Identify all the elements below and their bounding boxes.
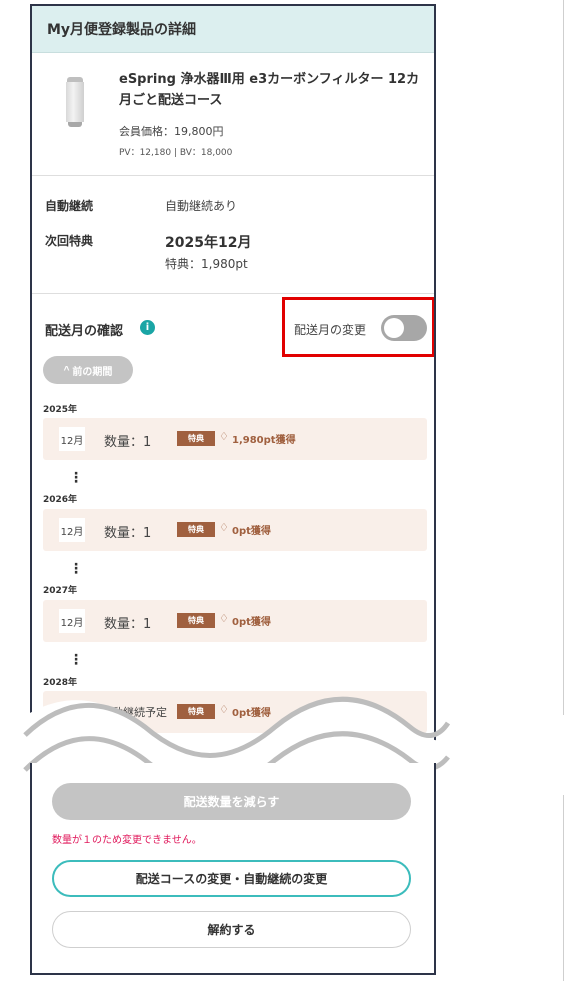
points-earned: 0pt獲得 [232, 526, 271, 537]
panel-header: My月便登録製品の詳細 [32, 6, 434, 53]
content-break-wave [0, 696, 565, 795]
delivery-row: 12月 数量：1 特典 ♢ 0pt獲得 [43, 509, 427, 551]
year-label: 2027年 [43, 586, 78, 596]
highlight-box [282, 297, 434, 357]
quantity-text: 数量：1 [104, 526, 152, 541]
tag-icon: ♢ [219, 612, 229, 625]
product-detail-panel: My月便登録製品の詳細 eSpring 浄水器Ⅲ用 e3カーボンフィルター 12… [30, 4, 436, 975]
renewal-section: 自動継続 自動継続あり 次回特典 2025年12月 特典：1,980pt [32, 176, 434, 294]
auto-renew-value: 自動継続あり [165, 199, 238, 213]
next-benefit-points: 特典：1,980pt [165, 257, 248, 271]
tag-icon: ♢ [219, 430, 229, 443]
product-image [66, 77, 84, 127]
points-earned: 0pt獲得 [232, 617, 271, 628]
benefit-badge: 特典 [177, 613, 215, 628]
ellipsis-icon: ⋮ [69, 470, 83, 486]
month-box: 12月 [59, 609, 85, 633]
page-divider [563, 0, 564, 981]
reduce-warning: 数量が１のため変更できません。 [52, 835, 202, 846]
reduce-quantity-button[interactable]: 配送数量を減らす [52, 783, 411, 820]
month-box: 12月 [59, 427, 85, 451]
year-label: 2026年 [43, 495, 78, 505]
delivery-row: 12月 数量：1 特典 ♢ 0pt獲得 [43, 600, 427, 642]
info-icon[interactable]: i [140, 320, 155, 335]
previous-period-label: 前の期間 [72, 366, 113, 378]
product-name: eSpring 浄水器Ⅲ用 e3カーボンフィルター 12カ月ごと配送コース [119, 72, 420, 108]
page-title: My月便登録製品の詳細 [47, 22, 197, 38]
auto-renew-label: 自動継続 [45, 199, 94, 213]
chevron-up-icon: ^ [63, 364, 70, 376]
points-earned: 1,980pt獲得 [232, 435, 296, 446]
product-price: 会員価格：19,800円 [119, 125, 224, 138]
quantity-text: 数量：1 [104, 617, 152, 632]
delivery-row: 12月 数量：1 特典 ♢ 1,980pt獲得 [43, 418, 427, 460]
delivery-month-title: 配送月の確認 [45, 324, 124, 339]
product-summary: eSpring 浄水器Ⅲ用 e3カーボンフィルター 12カ月ごと配送コース 会員… [32, 53, 434, 176]
year-label: 2025年 [43, 405, 78, 415]
tag-icon: ♢ [219, 521, 229, 534]
next-benefit-label: 次回特典 [45, 234, 94, 248]
ellipsis-icon: ⋮ [69, 652, 83, 668]
next-benefit-date: 2025年12月 [165, 235, 252, 251]
benefit-badge: 特典 [177, 431, 215, 446]
ellipsis-icon: ⋮ [69, 561, 83, 577]
benefit-badge: 特典 [177, 522, 215, 537]
product-pv-bv: PV：12,180 | BV：18,000 [119, 148, 233, 158]
month-box: 12月 [59, 518, 85, 542]
previous-period-button[interactable]: ^ 前の期間 [43, 356, 133, 384]
change-course-button[interactable]: 配送コースの変更・自動継続の変更 [52, 860, 411, 897]
quantity-text: 数量：1 [104, 435, 152, 450]
cancel-subscription-button[interactable]: 解約する [52, 911, 411, 948]
